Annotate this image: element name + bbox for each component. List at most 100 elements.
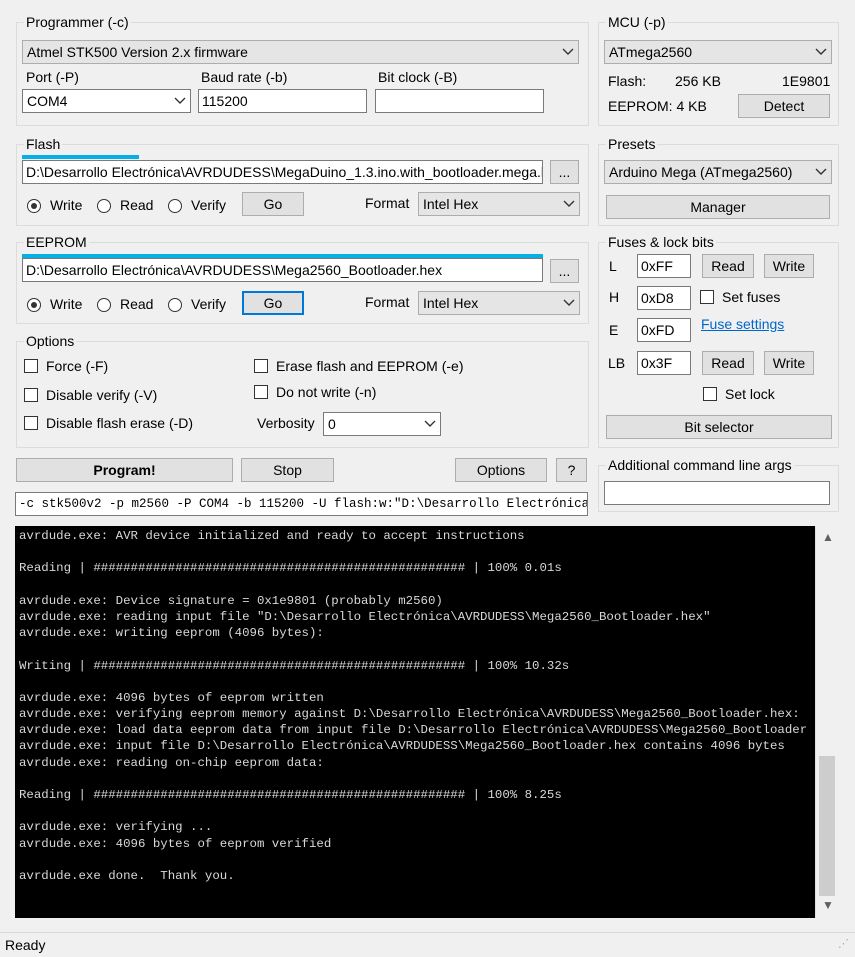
fuse-read-button[interactable]: Read xyxy=(702,254,754,278)
console-line: avrdude.exe: AVR device initialized and … xyxy=(19,529,525,543)
do-not-write-label: Do not write (-n) xyxy=(276,384,377,400)
eeprom-file-input[interactable]: D:\Desarrollo Electrónica\AVRDUDESS\Mega… xyxy=(22,258,543,282)
eeprom-read-radio[interactable] xyxy=(97,298,111,312)
baud-label: Baud rate (-b) xyxy=(201,69,288,85)
console-line: avrdude.exe: reading input file "D:\Desa… xyxy=(19,609,711,624)
disable-verify-checkbox[interactable] xyxy=(24,388,38,402)
set-lock-label: Set lock xyxy=(725,386,775,402)
programmer-value: Atmel STK500 Version 2.x firmware xyxy=(27,44,248,60)
lock-write-button[interactable]: Write xyxy=(764,351,814,375)
do-not-write-checkbox[interactable] xyxy=(254,385,268,399)
console-line: avrdude.exe done. Thank you. xyxy=(19,868,235,883)
fuse-lb-label: LB xyxy=(608,355,626,371)
console-line: Reading | ##############################… xyxy=(19,561,562,576)
mcu-select[interactable]: ATmega2560 xyxy=(604,40,832,64)
erase-flash-eeprom-checkbox[interactable] xyxy=(254,359,268,373)
eeprom-go-button[interactable]: Go xyxy=(242,291,304,315)
flash-format-select[interactable]: Intel Hex xyxy=(418,192,580,216)
console-line: Reading | ##############################… xyxy=(19,788,562,802)
bitclock-input[interactable] xyxy=(375,89,544,113)
console-line: avrdude.exe: input file D:\Desarrollo El… xyxy=(19,739,785,754)
fuse-settings-link[interactable]: Fuse settings xyxy=(701,316,784,332)
eeprom-format-label: Format xyxy=(365,294,410,310)
set-fuses-checkbox[interactable] xyxy=(700,290,714,304)
set-fuses-label: Set fuses xyxy=(722,289,781,305)
chevron-down-icon xyxy=(424,416,436,430)
chevron-down-icon xyxy=(563,295,575,309)
options-label: Options xyxy=(24,333,77,349)
console-line: avrdude.exe: 4096 bytes of eeprom verifi… xyxy=(19,836,332,851)
signature-value: 1E9801 xyxy=(782,73,831,89)
fuse-lb-input[interactable]: 0x3F xyxy=(637,351,691,375)
options-button[interactable]: Options xyxy=(455,458,547,482)
help-button[interactable]: ? xyxy=(556,458,587,482)
presets-select[interactable]: Arduino Mega (ATmega2560) xyxy=(604,160,832,184)
fuse-h-label: H xyxy=(609,289,620,305)
console-line: Writing | ##############################… xyxy=(19,658,570,673)
chevron-down-icon xyxy=(563,196,575,210)
flash-size-value: 256 KB xyxy=(675,73,721,89)
flash-browse-button[interactable]: ... xyxy=(550,160,579,184)
flash-write-radio[interactable] xyxy=(27,199,41,213)
additional-args-input[interactable] xyxy=(604,481,830,505)
flash-label: Flash xyxy=(24,136,63,152)
fuse-l-input[interactable]: 0xFF xyxy=(637,254,691,278)
command-line-input[interactable]: -c stk500v2 -p m2560 -P COM4 -b 115200 -… xyxy=(15,492,588,516)
console-line: avrdude.exe: verifying eeprom memory aga… xyxy=(19,707,800,722)
program-button[interactable]: Program! xyxy=(16,458,233,482)
console-output: avrdude.exe: AVR device initialized and … xyxy=(15,526,815,918)
port-value: COM4 xyxy=(27,93,68,109)
status-text: Ready xyxy=(5,937,46,953)
fuse-write-button[interactable]: Write xyxy=(764,254,814,278)
additional-args-label: Additional command line args xyxy=(606,457,794,473)
eeprom-browse-button[interactable]: ... xyxy=(550,259,579,283)
presets-manager-button[interactable]: Manager xyxy=(606,195,830,219)
set-lock-checkbox[interactable] xyxy=(703,387,717,401)
programmer-select[interactable]: Atmel STK500 Version 2.x firmware xyxy=(22,40,579,64)
baud-input[interactable]: 115200 xyxy=(198,89,367,113)
console-line: avrdude.exe: load data eeprom data from … xyxy=(19,723,808,738)
stop-button[interactable]: Stop xyxy=(241,458,334,482)
eeprom-verify-radio[interactable] xyxy=(168,298,182,312)
disable-flash-erase-checkbox[interactable] xyxy=(24,416,38,430)
presets-label: Presets xyxy=(606,136,658,152)
mcu-label: MCU (-p) xyxy=(606,14,668,30)
flash-size-label: Flash: xyxy=(608,73,647,89)
flash-write-label: Write xyxy=(50,197,83,213)
detect-button[interactable]: Detect xyxy=(738,94,830,118)
scroll-down-icon[interactable]: ▼ xyxy=(822,898,834,912)
flash-format-value: Intel Hex xyxy=(423,196,479,212)
eeprom-format-select[interactable]: Intel Hex xyxy=(418,291,580,315)
flash-file-input[interactable]: D:\Desarrollo Electrónica\AVRDUDESS\Mega… xyxy=(22,160,543,184)
force-checkbox[interactable] xyxy=(24,359,38,373)
console-line: avrdude.exe: 4096 bytes of eeprom writte… xyxy=(19,690,324,705)
fuse-e-input[interactable]: 0xFD xyxy=(637,318,691,342)
fuse-h-input[interactable]: 0xD8 xyxy=(637,286,691,310)
lock-read-button[interactable]: Read xyxy=(702,351,754,375)
fuse-l-label: L xyxy=(609,258,617,274)
programmer-label: Programmer (-c) xyxy=(24,14,131,30)
eeprom-verify-label: Verify xyxy=(191,296,227,312)
scroll-up-icon[interactable]: ▲ xyxy=(822,530,834,544)
force-label: Force (-F) xyxy=(46,358,109,374)
resize-grip-icon[interactable]: ⋰ xyxy=(838,937,849,950)
fuse-e-label: E xyxy=(609,322,619,338)
flash-read-radio[interactable] xyxy=(97,199,111,213)
flash-verify-radio[interactable] xyxy=(168,199,182,213)
flash-progress-bar xyxy=(22,155,139,159)
eeprom-write-label: Write xyxy=(50,296,83,312)
flash-go-button[interactable]: Go xyxy=(242,192,304,216)
presets-value: Arduino Mega (ATmega2560) xyxy=(609,164,793,180)
bit-selector-button[interactable]: Bit selector xyxy=(606,415,832,439)
status-bar: Ready ⋰ xyxy=(0,932,855,957)
eeprom-write-radio[interactable] xyxy=(27,298,41,312)
console-line: avrdude.exe: writing eeprom (4096 bytes)… xyxy=(19,626,324,641)
console-scrollbar[interactable]: ▲ ▼ xyxy=(815,526,839,918)
verbosity-select[interactable]: 0 xyxy=(323,412,441,436)
scroll-thumb[interactable] xyxy=(819,756,835,896)
verbosity-label: Verbosity xyxy=(257,415,315,431)
port-select[interactable]: COM4 xyxy=(22,89,191,113)
